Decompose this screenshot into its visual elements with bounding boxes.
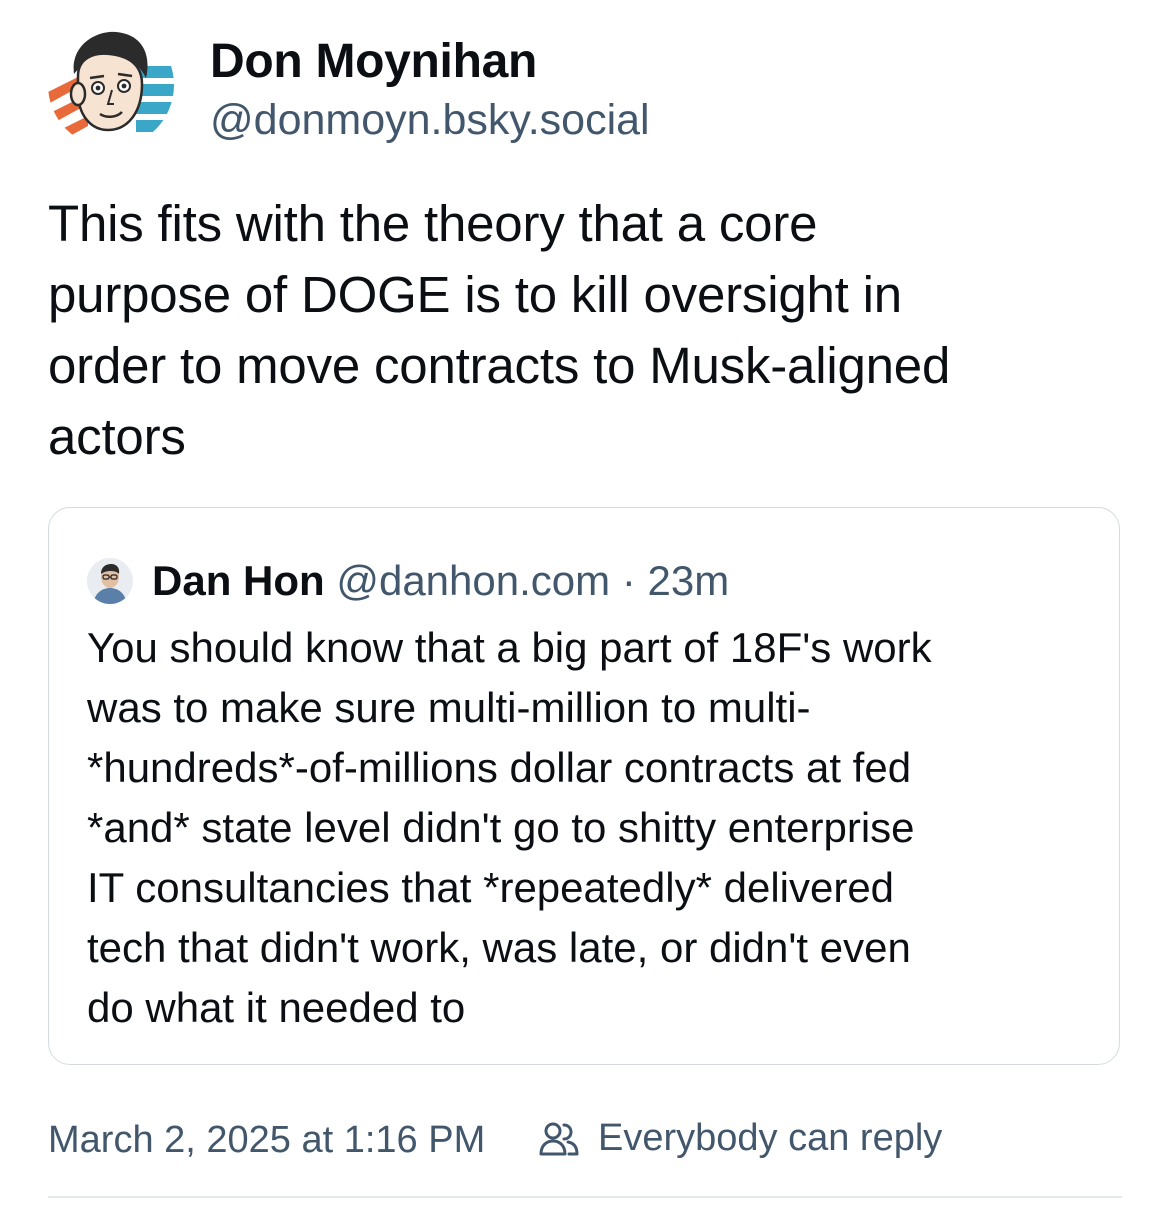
quoted-author-handle[interactable]: @danhon.com <box>336 557 610 604</box>
divider <box>48 1196 1122 1198</box>
author-avatar[interactable] <box>48 22 174 148</box>
author-name[interactable]: Don Moynihan <box>210 34 537 90</box>
photo-avatar-icon <box>87 558 133 604</box>
post-text: This fits with the theory that a core pu… <box>48 195 951 465</box>
post-timestamp: March 2, 2025 at 1:16 PM <box>48 1119 486 1161</box>
post-footer: March 2, 2025 at 1:16 PM Everybody can r… <box>48 1112 1122 1168</box>
quoted-post-card[interactable]: Dan Hon @danhon.com · 23m You should kno… <box>48 507 1120 1065</box>
post-header: Don Moynihan @donmoyn.bsky.social <box>48 22 1122 152</box>
quoted-author-avatar[interactable] <box>87 558 133 604</box>
author-handle[interactable]: @donmoyn.bsky.social <box>210 94 650 146</box>
quoted-post-time: 23m <box>647 557 730 604</box>
quoted-post-text: You should know that a big part of 18F's… <box>87 624 932 1031</box>
people-icon <box>539 1122 579 1156</box>
meta-separator: · <box>621 557 636 604</box>
cartoon-face-avatar-icon <box>48 22 174 148</box>
quoted-author-name[interactable]: Dan Hon <box>152 557 325 604</box>
reply-setting-label: Everybody can reply <box>598 1117 943 1159</box>
quoted-post-meta: Dan Hon @danhon.com · 23m <box>152 554 729 608</box>
quoted-post-header: Dan Hon @danhon.com · 23m <box>87 554 1087 604</box>
post: Don Moynihan @donmoyn.bsky.social This f… <box>48 0 1122 1217</box>
